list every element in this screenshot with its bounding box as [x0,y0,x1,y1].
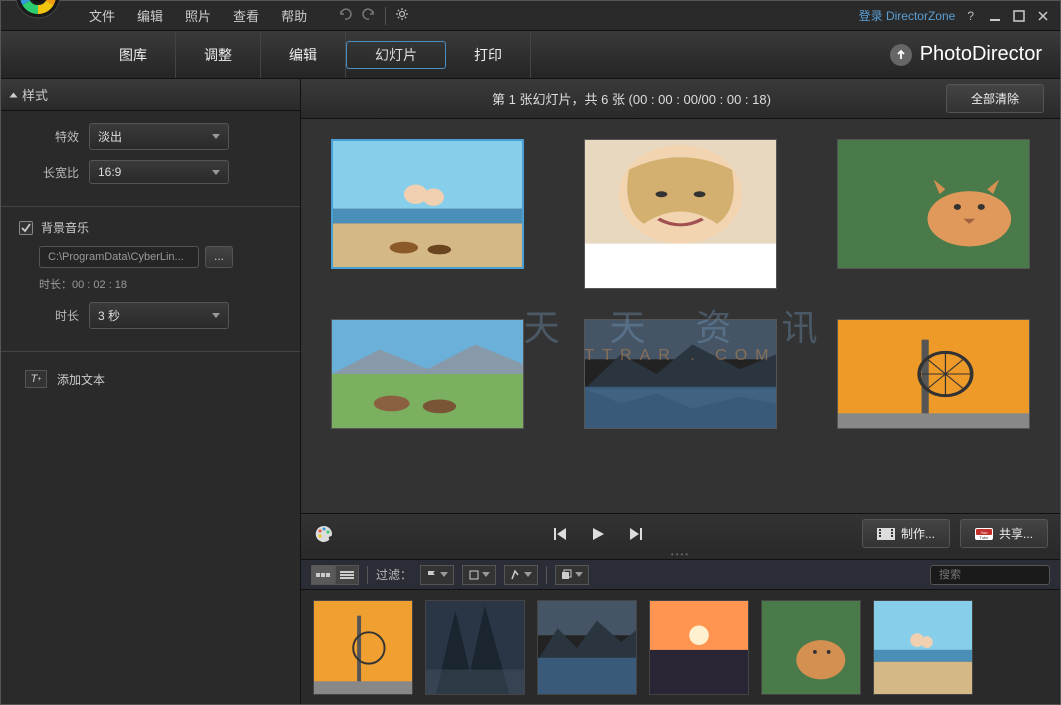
youtube-icon: YouTube [975,528,993,540]
content-area: 第 1 张幻灯片，共 6 张 (00 : 00 : 00/00 : 00 : 1… [301,79,1060,704]
filmstrip [301,589,1060,704]
tab-editing[interactable]: 编辑 [261,31,346,78]
close-button[interactable] [1034,7,1052,25]
film-thumb[interactable] [425,600,525,695]
brand-label: PhotoDirector [890,43,1042,66]
sidebar: 样式 特效 淡出 长宽比 16:9 背景音乐 C:\ProgramData\Cy… [1,79,301,704]
upload-icon[interactable] [890,44,912,66]
slide-thumb-3[interactable] [837,139,1030,269]
ratio-select[interactable]: 16:9 [89,160,229,184]
settings-icon[interactable] [394,6,410,25]
collapse-icon [10,92,18,97]
film-icon [877,528,895,540]
create-button[interactable]: 制作... [862,519,950,548]
tab-print[interactable]: 打印 [446,31,531,78]
film-thumb[interactable] [649,600,749,695]
effect-select[interactable]: 淡出 [89,123,229,150]
playback-bar: 制作... YouTube 共享... [301,513,1060,553]
play-button[interactable] [589,525,607,543]
bgm-duration-text: 时长：00 : 02 : 18 [39,276,282,292]
minimize-button[interactable] [986,7,1004,25]
slide-grid: 天 天 资 讯 TTRAR . COM [301,119,1060,513]
menu-photo[interactable]: 照片 [175,2,221,29]
filter-flag-dropdown[interactable] [420,565,454,585]
text-icon: T+ [25,370,47,388]
filter-label-dropdown[interactable] [462,565,496,585]
slide-thumb-2[interactable] [584,139,777,289]
slide-thumb-6[interactable] [837,319,1030,429]
filter-rating-dropdown[interactable] [504,565,538,585]
add-text-label: 添加文本 [57,371,105,388]
style-header-label: 样式 [22,85,48,104]
duration-label: 时长 [19,307,79,324]
style-panel-header[interactable]: 样式 [1,79,300,111]
slide-thumb-4[interactable] [331,319,524,429]
login-link[interactable]: 登录 DirectorZone [859,7,956,24]
slide-thumb-5[interactable] [584,319,777,429]
duration-select[interactable]: 3 秒 [89,302,229,329]
film-thumb[interactable] [761,600,861,695]
menu-help[interactable]: 帮助 [271,2,317,29]
main-tabs: 图库 调整 编辑 幻灯片 打印 PhotoDirector [1,31,1060,79]
add-text-button[interactable]: T+ 添加文本 [19,364,282,394]
share-button[interactable]: YouTube 共享... [960,519,1048,548]
menu-bar: 文件 编辑 照片 查看 帮助 登录 DirectorZone ? [1,1,1060,31]
clear-all-button[interactable]: 全部清除 [946,84,1044,113]
maximize-button[interactable] [1010,7,1028,25]
tab-adjust[interactable]: 调整 [176,31,261,78]
svg-text:Tube: Tube [980,535,990,540]
menu-file[interactable]: 文件 [79,2,125,29]
filter-stack-dropdown[interactable] [555,565,589,585]
tab-slideshow[interactable]: 幻灯片 [346,41,446,69]
tab-library[interactable]: 图库 [91,31,176,78]
help-icon[interactable]: ? [967,9,974,23]
menu-view[interactable]: 查看 [223,2,269,29]
filter-label: 过滤： [376,566,412,583]
bgm-browse-button[interactable]: ... [205,246,233,268]
effect-label: 特效 [19,128,79,145]
bgm-path-input[interactable]: C:\ProgramData\CyberLin... [39,246,199,268]
ratio-label: 长宽比 [19,164,79,181]
search-box[interactable]: ✕ [930,565,1050,585]
film-thumb[interactable] [873,600,973,695]
separator [367,566,368,584]
next-button[interactable] [627,525,645,543]
separator [385,7,386,25]
prev-button[interactable] [551,525,569,543]
redo-icon[interactable] [361,6,377,25]
film-thumb[interactable] [313,600,413,695]
search-input[interactable] [939,569,1061,581]
slide-counter: 第 1 张幻灯片，共 6 张 (00 : 00 : 00/00 : 00 : 1… [317,89,946,108]
bgm-label: 背景音乐 [41,219,89,236]
filter-bar: 过滤： ✕ [301,559,1060,589]
view-grid-button[interactable] [311,565,335,585]
app-logo [13,0,63,21]
palette-icon[interactable] [313,523,335,545]
undo-icon[interactable] [337,6,353,25]
separator [546,566,547,584]
film-thumb[interactable] [537,600,637,695]
bgm-checkbox[interactable] [19,221,33,235]
slide-thumb-1[interactable] [331,139,524,269]
view-list-button[interactable] [335,565,359,585]
menu-edit[interactable]: 编辑 [127,2,173,29]
